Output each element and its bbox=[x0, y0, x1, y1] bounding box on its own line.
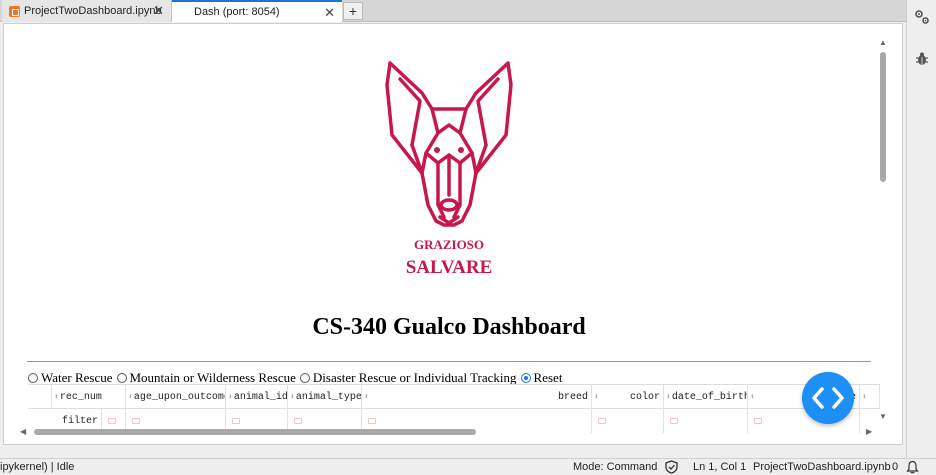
filter-box[interactable] bbox=[108, 418, 116, 424]
shield-check-icon[interactable] bbox=[665, 460, 678, 474]
scroll-down-arrow-icon[interactable]: ▼ bbox=[879, 412, 887, 421]
sort-icon[interactable]: ⬍ bbox=[128, 392, 133, 402]
tab-bar: ProjectTwoDashboard.ipynb ✕ Dash (port: … bbox=[0, 0, 906, 22]
grazioso-salvare-logo: GRAZIOSO SALVARE bbox=[385, 61, 513, 278]
filter-box[interactable] bbox=[670, 418, 678, 424]
sort-icon[interactable]: ⬍ bbox=[290, 392, 295, 402]
vertical-scrollbar[interactable]: ▲ ▼ bbox=[878, 38, 888, 422]
dash-app-frame: GRAZIOSO SALVARE CS-340 Gualco Dashboard… bbox=[3, 23, 903, 445]
sort-icon[interactable]: ⬍ bbox=[364, 392, 369, 402]
horizontal-scrollbar-thumb[interactable] bbox=[34, 429, 476, 435]
column-header-date-of-birth[interactable]: ⬍ date_of_birth bbox=[664, 385, 748, 409]
close-icon[interactable]: ✕ bbox=[324, 5, 335, 21]
divider bbox=[27, 361, 871, 362]
column-header-age-upon-outcome[interactable]: ⬍ age_upon_outcome bbox=[126, 385, 226, 409]
filter-box[interactable] bbox=[132, 418, 140, 424]
scroll-up-arrow-icon[interactable]: ▲ bbox=[879, 38, 887, 47]
radio-button[interactable] bbox=[28, 373, 38, 383]
column-header-rec-num[interactable]: ⬍ rec_num bbox=[52, 385, 126, 409]
column-header-animal-type[interactable]: ⬍ animal_type bbox=[288, 385, 362, 409]
mode-indicator: Mode: Command bbox=[573, 461, 658, 473]
column-header-animal-id[interactable]: ⬍ animal_id bbox=[226, 385, 288, 409]
notification-count: 0 bbox=[892, 461, 899, 473]
sort-icon[interactable]: ⬍ bbox=[750, 392, 755, 402]
jupyterlab-window: ProjectTwoDashboard.ipynb ✕ Dash (port: … bbox=[0, 0, 936, 475]
radio-button-selected[interactable] bbox=[520, 373, 531, 383]
close-icon[interactable]: ✕ bbox=[153, 3, 164, 19]
tab-notebook-label: ProjectTwoDashboard.ipynb bbox=[24, 5, 162, 17]
logo-text-line2: SALVARE bbox=[406, 257, 493, 278]
select-column-header bbox=[28, 385, 52, 409]
dashboard-title: CS-340 Gualco Dashboard bbox=[312, 314, 586, 340]
sort-icon[interactable]: ⬍ bbox=[594, 392, 599, 402]
filter-box[interactable] bbox=[232, 418, 240, 424]
tab-notebook[interactable]: ProjectTwoDashboard.ipynb ✕ bbox=[2, 0, 172, 22]
column-header-color[interactable]: ⬍ color bbox=[592, 385, 664, 409]
logo-text-line1: GRAZIOSO bbox=[414, 237, 484, 252]
tab-dash[interactable]: Dash (port: 8054) ✕ bbox=[172, 0, 342, 22]
sort-icon[interactable]: ⬍ bbox=[54, 392, 59, 402]
cursor-position[interactable]: Ln 1, Col 1 bbox=[693, 461, 746, 473]
sort-icon[interactable]: ⬍ bbox=[228, 392, 233, 402]
bell-icon[interactable] bbox=[906, 460, 919, 474]
sort-icon[interactable]: ⬍ bbox=[666, 392, 671, 402]
column-header-next[interactable]: ⬍ bbox=[860, 385, 880, 409]
filter-box[interactable] bbox=[598, 418, 606, 424]
table-header-row: ⬍ rec_num ⬍ age_upon_outcome ⬍ animal_id ⬍ a… bbox=[28, 385, 880, 409]
tab-dash-label: Dash (port: 8054) bbox=[194, 6, 280, 18]
filter-box[interactable] bbox=[754, 418, 762, 424]
radio-button[interactable] bbox=[116, 373, 127, 383]
radio-button[interactable] bbox=[299, 373, 310, 383]
column-header-breed[interactable]: ⬍ breed bbox=[362, 385, 592, 409]
property-inspector-icon[interactable] bbox=[914, 9, 930, 25]
current-file-name: ProjectTwoDashboard.ipynb bbox=[753, 461, 891, 473]
right-sidebar bbox=[906, 0, 936, 458]
scroll-right-arrow-icon[interactable]: ▶ bbox=[866, 427, 872, 436]
filter-box[interactable] bbox=[294, 418, 302, 424]
debugger-icon[interactable] bbox=[915, 51, 929, 67]
filter-box[interactable] bbox=[368, 418, 376, 424]
sort-icon[interactable]: ⬍ bbox=[862, 392, 867, 402]
notebook-icon bbox=[9, 5, 20, 17]
vertical-scrollbar-thumb[interactable] bbox=[880, 52, 886, 182]
add-tab-button[interactable]: + bbox=[343, 2, 363, 20]
dash-devtools-button[interactable] bbox=[802, 372, 854, 424]
horizontal-scrollbar[interactable]: ◀ ▶ bbox=[20, 427, 876, 437]
scroll-left-arrow-icon[interactable]: ◀ bbox=[20, 427, 26, 436]
kernel-status[interactable]: ipykernel) | Idle bbox=[0, 461, 74, 473]
status-bar: ipykernel) | Idle Mode: Command Ln 1, Co… bbox=[0, 458, 936, 475]
